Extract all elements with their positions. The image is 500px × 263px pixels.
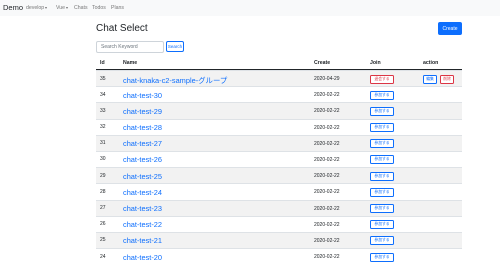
header-join: Join [370, 60, 381, 66]
chat-name-link[interactable]: chat-test-29 [123, 107, 162, 116]
table-row: 30 chat-test-26 2020-02-22 参加する [96, 150, 462, 167]
delete-button[interactable]: 削除 [440, 74, 454, 84]
navbar: Demo develop Vue Chats Todos Plans [0, 0, 500, 16]
chat-name-link[interactable]: chat-test-28 [123, 123, 162, 132]
row-create-date: 2020-02-22 [314, 173, 340, 180]
join-button[interactable]: 参加する [370, 90, 394, 100]
nav-item-vue[interactable]: Vue [56, 5, 69, 11]
nav-item-label: Vue [56, 5, 66, 11]
row-create-date: 2020-02-22 [314, 254, 340, 261]
row-id: 31 [100, 140, 106, 147]
chat-name-link[interactable]: chat-test-20 [123, 253, 162, 262]
table-row: 27 chat-test-23 2020-02-22 参加する [96, 199, 462, 216]
row-id: 24 [100, 253, 106, 260]
row-create-date: 2020-02-22 [314, 140, 340, 147]
row-id: 28 [100, 188, 106, 195]
join-button[interactable]: 参加する [370, 252, 394, 262]
row-create-date: 2020-02-22 [314, 205, 340, 212]
row-id: 32 [100, 124, 106, 131]
row-id: 30 [100, 156, 106, 163]
chevron-down-icon [66, 6, 69, 9]
chat-name-link[interactable]: chat-test-30 [123, 91, 162, 100]
join-button[interactable]: 参加する [370, 236, 394, 246]
nav-item-label: develop [26, 5, 45, 11]
chat-table: Id Name Create Join action 35 chat-knaka-… [96, 56, 462, 263]
join-button[interactable]: 参加する [370, 187, 394, 197]
row-id: 25 [100, 237, 106, 244]
chat-name-link[interactable]: chat-test-21 [123, 236, 162, 245]
join-button[interactable]: 参加する [370, 204, 394, 213]
header-name: Name [123, 60, 138, 66]
row-id: 34 [100, 91, 106, 98]
join-button[interactable]: 参加する [370, 171, 394, 181]
table-row: 32 chat-test-28 2020-02-22 参加する [96, 118, 462, 135]
header-create: Create [314, 60, 331, 66]
nav-item-develop[interactable]: develop [26, 5, 48, 11]
row-create-date: 2020-02-22 [314, 237, 340, 244]
row-id: 26 [100, 221, 106, 228]
table-body: 35 chat-knaka-c2-sample-グループ 2020-04-29 退会す… [96, 70, 462, 263]
join-button[interactable]: 参加する [370, 123, 394, 133]
row-create-date: 2020-04-29 [314, 76, 340, 82]
chat-name-link[interactable]: chat-knaka-c2-sample-グループ [123, 75, 227, 86]
search-placeholder: Search Keyword [101, 44, 138, 50]
table-row: 24 chat-test-20 2020-02-22 参加する [96, 248, 462, 263]
table-row: 25 chat-test-21 2020-02-22 参加する [96, 231, 462, 249]
row-id: 29 [100, 172, 106, 179]
navbar-brand[interactable]: Demo [3, 3, 23, 12]
table-row: 33 chat-test-29 2020-02-22 参加する [96, 102, 462, 119]
table-header: Id Name Create Join action [96, 56, 462, 70]
nav-item-plans[interactable]: Plans [111, 5, 124, 11]
table-row: 29 chat-test-25 2020-02-22 参加する [96, 167, 462, 184]
row-id: 35 [100, 75, 106, 82]
join-button[interactable]: 参加する [370, 220, 394, 230]
leave-button[interactable]: 退会する [370, 74, 394, 84]
join-button[interactable]: 参加する [370, 155, 394, 165]
join-button[interactable]: 参加する [370, 139, 394, 149]
table-row: 31 chat-test-27 2020-02-22 参加する [96, 134, 462, 151]
table-row: 26 chat-test-22 2020-02-22 参加する [96, 215, 462, 232]
edit-button[interactable]: 編集 [423, 74, 437, 84]
chat-name-link[interactable]: chat-test-23 [123, 204, 162, 213]
row-create-date: 2020-02-22 [314, 221, 340, 228]
table-row: 34 chat-test-30 2020-02-22 参加する [96, 86, 462, 102]
chat-name-link[interactable]: chat-test-26 [123, 155, 162, 164]
search-button[interactable]: Search [166, 41, 184, 52]
header-id: Id [100, 60, 105, 66]
row-id: 33 [100, 107, 106, 114]
chat-name-link[interactable]: chat-test-24 [123, 188, 162, 197]
join-button[interactable]: 参加する [370, 106, 394, 116]
nav-item-chats[interactable]: Chats [74, 5, 88, 11]
chat-name-link[interactable]: chat-test-27 [123, 139, 162, 148]
row-id: 27 [100, 205, 106, 211]
table-row: 35 chat-knaka-c2-sample-グループ 2020-04-29 退会す… [96, 70, 462, 87]
chevron-down-icon [45, 6, 48, 9]
table-row: 28 chat-test-24 2020-02-22 参加する [96, 183, 462, 199]
header-action: action [423, 60, 439, 66]
row-create-date: 2020-02-22 [314, 156, 340, 163]
row-create-date: 2020-02-22 [314, 189, 340, 196]
create-button[interactable]: Create [438, 22, 462, 35]
nav-item-todos[interactable]: Todos [92, 5, 106, 11]
row-create-date: 2020-02-22 [314, 124, 340, 131]
row-create-date: 2020-02-22 [314, 108, 340, 115]
page-title: Chat Select [96, 23, 148, 34]
chat-name-link[interactable]: chat-test-25 [123, 172, 162, 181]
search-input[interactable]: Search Keyword [96, 41, 164, 53]
row-create-date: 2020-02-22 [314, 92, 340, 99]
chat-name-link[interactable]: chat-test-22 [123, 220, 162, 229]
